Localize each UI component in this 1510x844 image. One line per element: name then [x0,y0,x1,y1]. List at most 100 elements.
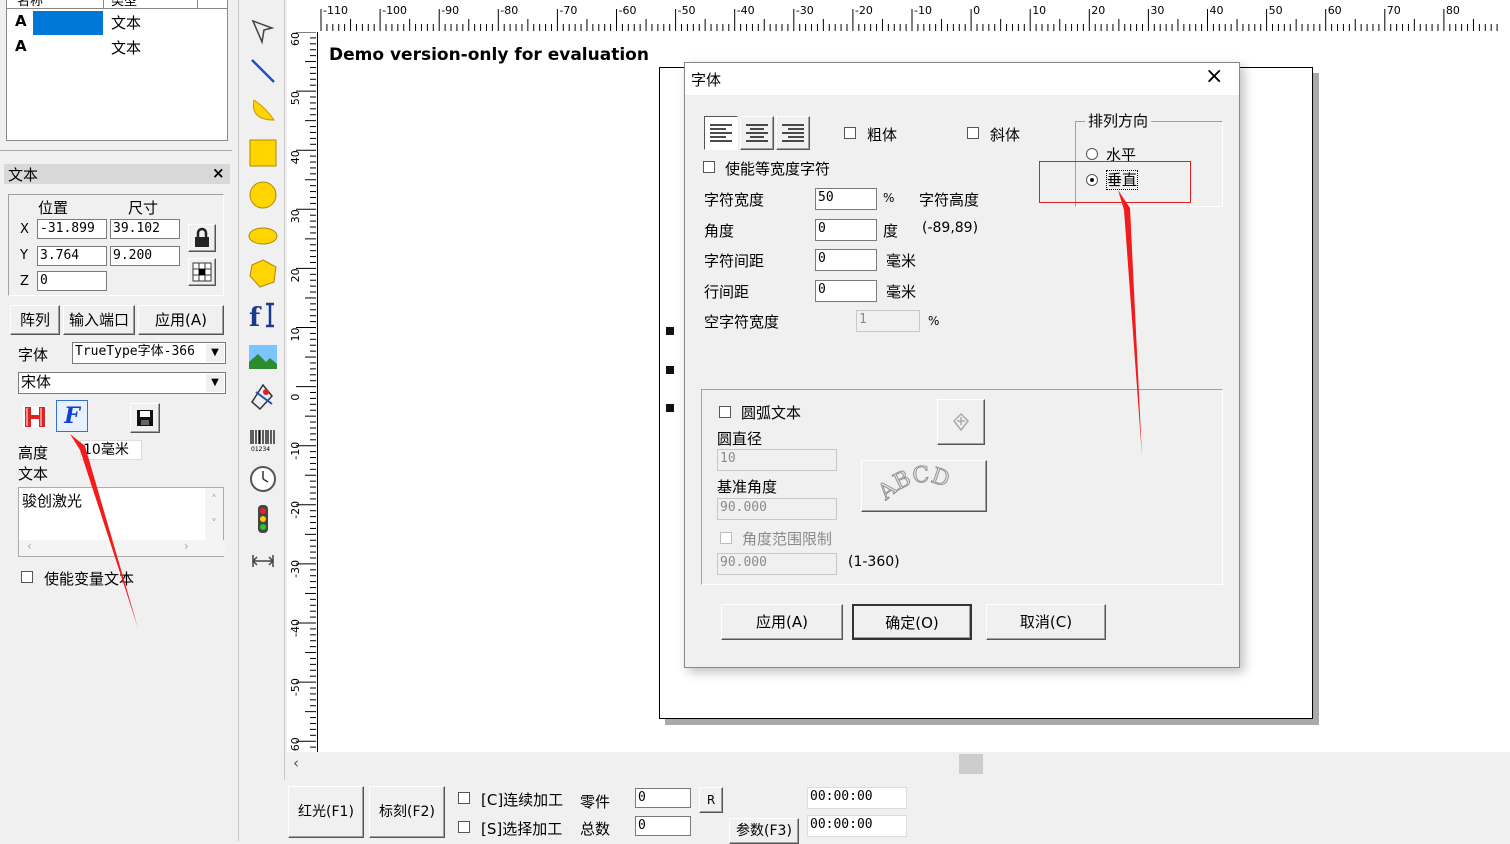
text-tool-icon[interactable]: f [248,300,278,333]
arc-settings-icon[interactable] [937,399,985,445]
reset-button[interactable]: R [699,787,723,813]
horizontal-ruler: -110 -100 -90 -80 -70 -60 -50 -40 -30 -20 -10 0 10 20… [287,0,1510,33]
angle-limit-checkbox[interactable] [720,532,732,544]
italic-checkbox[interactable] [967,127,979,139]
dialog-cancel-button[interactable]: 取消(C) [986,604,1106,640]
height-input[interactable]: 10毫米 [80,440,142,460]
line-spacing-input[interactable]: 0 [815,280,877,302]
continuous-checkbox[interactable] [458,792,470,804]
red-light-button[interactable]: 红光(F1) [288,786,364,838]
save-font-icon[interactable] [130,403,160,433]
selection-handle[interactable] [666,404,674,412]
total-input[interactable]: 0 [635,816,691,836]
continuous-label: [C]连续加工 [481,791,564,809]
align-center-button[interactable] [740,116,774,150]
ruler-label: 50 [289,91,302,105]
total-label: 总数 [580,820,611,838]
truetype-font-icon[interactable]: F [56,400,88,432]
hershey-font-icon[interactable] [22,404,50,432]
bold-label: 粗体 [867,126,898,144]
bitmap-icon[interactable] [248,342,278,372]
import-port-button[interactable]: 输入端口 [63,305,135,335]
angle-limit-range: (1-360) [848,554,900,570]
arc-text-checkbox[interactable] [719,406,731,418]
vector-file-icon[interactable] [248,382,278,412]
ruler-label: 10 [1032,4,1046,17]
chevron-down-icon[interactable]: ▼ [206,374,224,392]
horizontal-scrollbar[interactable]: ‹ [287,752,1510,776]
x-position-input[interactable]: -31.899 [37,219,107,239]
diameter-input[interactable]: 10 [717,449,837,471]
scroll-left-icon[interactable]: ‹ [293,754,299,772]
font-type-select[interactable]: TrueType字体-366 [72,342,226,364]
close-icon[interactable]: × [1205,64,1223,89]
base-angle-input[interactable]: 90.000 [717,498,837,520]
array-button[interactable]: 阵列 [10,305,60,335]
blank-width-input[interactable]: 1 [856,310,920,332]
line-spacing-unit: 毫米 [886,283,917,301]
ellipse-icon[interactable] [248,222,278,252]
close-icon[interactable]: × [212,164,225,182]
angle-input[interactable]: 0 [815,219,877,241]
align-left-button[interactable] [704,116,738,150]
z-position-input[interactable]: 0 [37,271,107,291]
variable-text-checkbox[interactable] [21,571,33,583]
fixed-width-checkbox[interactable] [703,161,715,173]
ruler-label: -30 [289,560,302,578]
dialog-titlebar[interactable]: 字体 × [685,63,1239,95]
table-row[interactable]: A 文本 [7,35,227,59]
time-elapsed: 00:00:00 [807,787,907,809]
ruler-label: -10 [914,4,932,17]
position-label: 位置 [38,199,69,217]
object-list-header: 名称 类型 [7,0,227,9]
prop-panel-title: 文本 × [4,164,230,184]
bold-checkbox[interactable] [844,127,856,139]
node-edit-icon[interactable] [248,16,278,46]
line-icon[interactable] [248,56,278,86]
select-checkbox[interactable] [458,821,470,833]
z-label: Z [20,274,29,289]
input-port-icon[interactable] [248,504,278,534]
mark-button[interactable]: 标刻(F2) [369,786,445,838]
x-label: X [20,222,29,237]
char-spacing-input[interactable]: 0 [815,249,877,271]
diameter-label: 圆直径 [717,430,763,448]
header-name[interactable]: 名称 [17,0,43,9]
horizontal-radio[interactable] [1086,148,1098,160]
bottom-bar: 红光(F1) 标刻(F2) [C]连续加工 [S]选择加工 零件 总数 0 0 … [287,778,1510,844]
dialog-apply-button[interactable]: 应用(A) [721,604,843,640]
header-type[interactable]: 类型 [111,0,137,9]
text-area[interactable]: 骏创激光 ˄ ˅ ‹ › [18,487,225,557]
y-size-input[interactable]: 9.200 [110,246,180,266]
curve-icon[interactable] [248,96,278,126]
parts-input[interactable]: 0 [635,788,691,808]
polygon-icon[interactable] [248,258,278,288]
ruler-label: -80 [500,4,518,17]
barcode-icon[interactable]: 01234 [248,424,278,454]
ruler-label: -40 [289,619,302,637]
timer-icon[interactable] [248,464,278,494]
output-port-icon[interactable] [248,546,278,576]
align-right-button[interactable] [776,116,810,150]
ruler-label: -90 [441,4,459,17]
x-size-input[interactable]: 39.102 [110,219,180,239]
selection-handle[interactable] [666,327,674,335]
params-button[interactable]: 参数(F3) [729,818,799,844]
char-width-input[interactable]: 50 [815,188,877,210]
font-name-select[interactable]: 宋体 [18,372,226,394]
grid-origin-icon[interactable] [188,258,216,286]
table-row[interactable]: A 文本 [7,10,227,35]
dialog-ok-button[interactable]: 确定(O) [852,604,972,640]
svg-text:01234: 01234 [251,446,270,453]
rectangle-icon[interactable] [248,138,278,168]
circle-icon[interactable] [248,180,278,210]
scroll-thumb[interactable] [959,754,983,774]
lock-icon[interactable] [188,224,216,252]
y-position-input[interactable]: 3.764 [37,246,107,266]
ruler-label: 70 [1387,4,1401,17]
chevron-down-icon[interactable]: ▼ [206,344,224,362]
selection-handle[interactable] [666,366,674,374]
angle-limit-input[interactable]: 90.000 [717,553,837,575]
apply-button[interactable]: 应用(A) [138,305,224,335]
ruler-label: -70 [559,4,577,17]
